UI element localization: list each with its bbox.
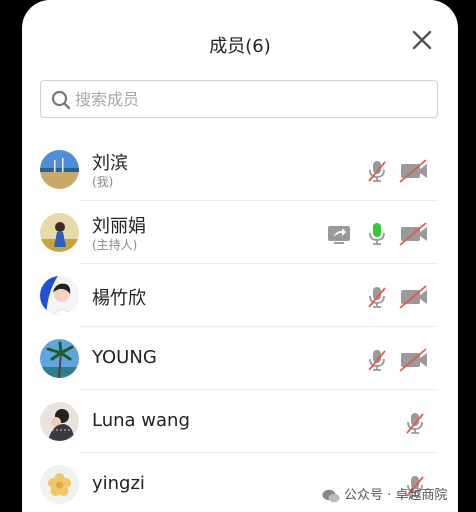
member-name: 刘丽娟 [92, 216, 146, 237]
watermark-text: 公众号 · 卓越商院 [344, 488, 448, 503]
list-item[interactable]: yingzi [22, 453, 458, 512]
camera-off-icon[interactable] [398, 347, 430, 373]
member-name: 楊竹欣 [92, 288, 146, 309]
member-name: YOUNG [92, 347, 157, 368]
mic-muted-icon[interactable] [364, 158, 390, 184]
avatar [40, 465, 79, 504]
avatar [40, 213, 79, 252]
list-item[interactable]: YOUNG [22, 327, 458, 390]
members-panel: 成员(6) 刘滨 (我) [22, 0, 458, 512]
close-icon[interactable] [410, 28, 434, 52]
avatar [40, 276, 79, 315]
mic-active-icon[interactable] [364, 221, 390, 247]
member-name: yingzi [92, 473, 145, 494]
page-title: 成员(6) [209, 36, 271, 57]
list-item[interactable]: 刘丽娟 (主持人) [22, 201, 458, 264]
watermark: 公众号 · 卓越商院 [322, 484, 447, 503]
member-role: (我) [92, 175, 114, 189]
list-item[interactable]: 楊竹欣 [22, 264, 458, 327]
search-icon [51, 90, 71, 110]
member-name: Luna wang [92, 410, 190, 431]
search-input[interactable] [75, 86, 425, 112]
list-item[interactable]: Luna wang [22, 390, 458, 453]
avatar [40, 402, 79, 441]
search-box[interactable] [40, 80, 438, 118]
mic-muted-icon[interactable] [364, 284, 390, 310]
list-item[interactable]: 刘滨 (我) [22, 138, 458, 201]
avatar [40, 339, 79, 378]
camera-off-icon[interactable] [398, 158, 430, 184]
header: 成员(6) [22, 26, 458, 62]
camera-off-icon[interactable] [398, 221, 430, 247]
screen-share-icon[interactable] [326, 221, 352, 247]
member-role: (主持人) [92, 238, 138, 252]
mic-muted-icon[interactable] [402, 410, 428, 436]
member-name: 刘滨 [92, 153, 128, 174]
avatar [40, 150, 79, 189]
wechat-icon [322, 489, 340, 502]
mic-muted-icon[interactable] [364, 347, 390, 373]
camera-off-icon[interactable] [398, 284, 430, 310]
